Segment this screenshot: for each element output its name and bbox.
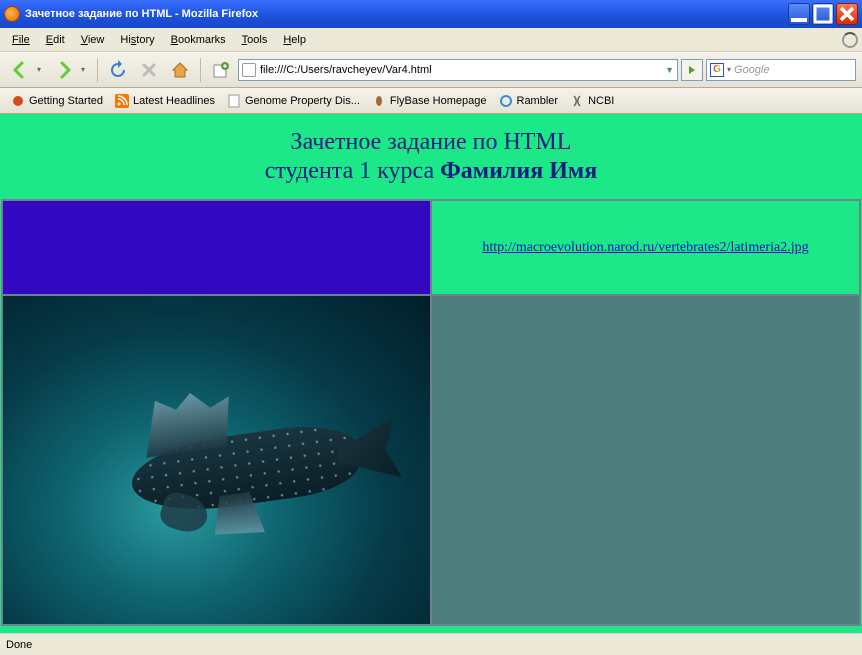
toolbar-divider: [97, 58, 98, 82]
search-engine-icon[interactable]: G: [710, 63, 724, 77]
fin-pectoral: [157, 489, 212, 537]
search-engine-dropdown-icon[interactable]: ▾: [727, 65, 731, 74]
minimize-button[interactable]: [788, 3, 810, 25]
bookmark-label: Genome Property Dis...: [245, 95, 360, 107]
window-controls: [788, 3, 858, 25]
menu-tools[interactable]: Tools: [234, 31, 276, 49]
bookmark-rambler[interactable]: Rambler: [494, 91, 564, 111]
status-text: Done: [6, 639, 840, 651]
search-box[interactable]: G ▾ Google: [706, 59, 856, 81]
fin-dorsal: [138, 388, 235, 458]
search-placeholder: Google: [734, 64, 852, 76]
cell-empty: [431, 295, 860, 625]
home-button[interactable]: [166, 56, 194, 84]
window-titlebar: Зачетное задание по HTML - Mozilla Firef…: [0, 0, 862, 28]
fin-tail: [334, 418, 402, 486]
menu-edit[interactable]: Edit: [38, 31, 73, 49]
bookmark-genome[interactable]: Genome Property Dis...: [222, 91, 365, 111]
bookmark-flybase[interactable]: FlyBase Homepage: [367, 91, 492, 111]
fin-pelvic: [210, 490, 265, 539]
bookmark-label: Getting Started: [29, 95, 103, 107]
menubar: File Edit View History Bookmarks Tools H…: [0, 28, 862, 52]
heading-line1: Зачетное задание по HTML: [1, 129, 861, 156]
new-tab-button[interactable]: [207, 56, 235, 84]
security-icon: [840, 637, 856, 653]
ncbi-icon: [570, 94, 584, 108]
url-text[interactable]: file:///C:/Users/ravcheyev/Var4.html: [260, 64, 661, 76]
firefox-icon: [4, 6, 20, 22]
bookmark-label: Latest Headlines: [133, 95, 215, 107]
fish-image: [3, 296, 430, 624]
bookmark-latest-headlines[interactable]: Latest Headlines: [110, 91, 220, 111]
heading-line2: студента 1 курса Фамилия Имя: [1, 158, 861, 185]
image-link[interactable]: http://macroevolution.narod.ru/vertebrat…: [482, 240, 808, 255]
content-table: http://macroevolution.narod.ru/vertebrat…: [1, 199, 861, 626]
forward-dropdown-icon[interactable]: ▾: [81, 65, 91, 74]
bookmark-icon: [11, 94, 25, 108]
page-content: Зачетное задание по HTML студента 1 курс…: [0, 114, 862, 633]
back-button[interactable]: [6, 56, 34, 84]
bookmark-label: FlyBase Homepage: [390, 95, 487, 107]
maximize-button[interactable]: [812, 3, 834, 25]
page-heading: Зачетное задание по HTML студента 1 курс…: [1, 115, 861, 199]
menu-history[interactable]: History: [112, 31, 162, 49]
url-bar[interactable]: file:///C:/Users/ravcheyev/Var4.html ▼: [238, 59, 678, 81]
bookmarks-toolbar: Getting Started Latest Headlines Genome …: [0, 88, 862, 114]
page-icon: [242, 63, 256, 77]
menu-view[interactable]: View: [73, 31, 113, 49]
toolbar-divider: [200, 58, 201, 82]
bookmark-label: Rambler: [517, 95, 559, 107]
cell-image: [2, 295, 431, 625]
bookmark-ncbi[interactable]: NCBI: [565, 91, 619, 111]
bookmark-getting-started[interactable]: Getting Started: [6, 91, 108, 111]
back-dropdown-icon[interactable]: ▾: [37, 65, 47, 74]
reload-button[interactable]: [104, 56, 132, 84]
forward-button[interactable]: [50, 56, 78, 84]
cell-link: http://macroevolution.narod.ru/vertebrat…: [431, 200, 860, 295]
navigation-toolbar: ▾ ▾ file:///C:/Users/ravcheyev/Var4.html…: [0, 52, 862, 88]
menu-help[interactable]: Help: [275, 31, 314, 49]
statusbar: Done: [0, 633, 862, 655]
go-button[interactable]: [681, 59, 703, 81]
url-dropdown-icon[interactable]: ▼: [665, 65, 674, 75]
bookmark-label: NCBI: [588, 95, 614, 107]
cell-blue: [2, 200, 431, 295]
menu-file[interactable]: File: [4, 31, 38, 49]
window-title: Зачетное задание по HTML - Mozilla Firef…: [25, 8, 788, 20]
page-icon: [227, 94, 241, 108]
throbber-container: [842, 32, 858, 48]
menu-bookmarks[interactable]: Bookmarks: [163, 31, 234, 49]
fish-body: [127, 418, 365, 519]
fly-icon: [372, 94, 386, 108]
close-button[interactable]: [836, 3, 858, 25]
throbber-icon: [842, 32, 858, 48]
stop-button[interactable]: [135, 56, 163, 84]
rambler-icon: [499, 94, 513, 108]
rss-icon: [115, 94, 129, 108]
